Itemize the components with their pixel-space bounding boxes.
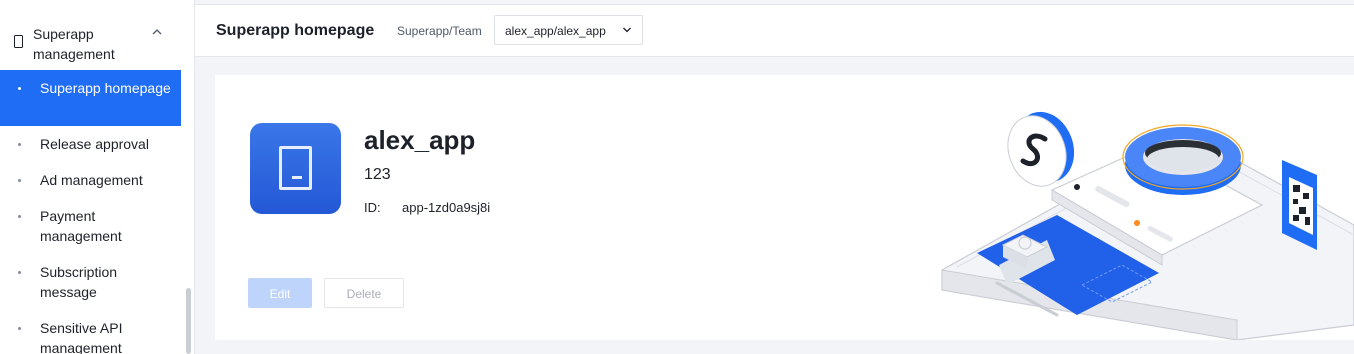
sidebar-item-subscription-message[interactable]: Subscription message	[0, 254, 181, 310]
page-header: Superapp homepage Superapp/Team alex_app…	[195, 4, 1354, 57]
sidebar-item-label: Payment management	[40, 208, 122, 244]
app-id-value: app-1zd0a9sj8i	[402, 200, 491, 215]
superapp-team-select[interactable]: alex_app/alex_app	[494, 15, 643, 45]
sidebar-group-title: Superapp management	[33, 26, 115, 62]
superapp-team-select-value: alex_app/alex_app	[505, 24, 606, 38]
sidebar-item-ad-management[interactable]: Ad management	[0, 162, 181, 198]
superapp-illustration	[941, 111, 1354, 340]
bullet-icon	[18, 87, 21, 90]
chevron-up-icon[interactable]	[150, 25, 164, 39]
app-info-card: alex_app 123 ID: app-1zd0a9sj8i Edit Del…	[215, 75, 1354, 340]
illustration-s-coin	[1007, 111, 1075, 187]
app-name: alex_app	[364, 125, 476, 155]
bullet-icon	[18, 327, 21, 330]
delete-button[interactable]: Delete	[324, 278, 404, 308]
sidebar-item-label: Sensitive API management	[40, 320, 123, 354]
sidebar-group-superapp-management[interactable]: Superapp management	[0, 20, 181, 64]
sidebar-item-payment-management[interactable]: Payment management	[0, 198, 181, 254]
miniapp-logo-icon	[250, 123, 341, 214]
bullet-icon	[18, 179, 21, 182]
chevron-down-icon	[623, 27, 631, 33]
app-description: 123	[364, 166, 391, 183]
sidebar-scrollbar[interactable]	[186, 288, 191, 354]
superapp-team-label: Superapp/Team	[397, 24, 482, 38]
illustration-ring	[1122, 124, 1244, 195]
sidebar-item-sensitive-api-management[interactable]: Sensitive API management	[0, 310, 181, 354]
bullet-icon	[18, 215, 21, 218]
sidebar-item-label: Superapp homepage	[40, 80, 171, 96]
sidebar-item-release-approval[interactable]: Release approval	[0, 126, 181, 162]
sidebar-item-label: Ad management	[40, 172, 143, 188]
sidebar-item-superapp-homepage[interactable]: Superapp homepage	[0, 70, 181, 126]
bullet-icon	[18, 271, 21, 274]
page-title: Superapp homepage	[216, 22, 375, 39]
bullet-icon	[18, 143, 21, 146]
edit-button[interactable]: Edit	[248, 278, 312, 308]
sidebar: Superapp management Superapp homepage Re…	[0, 0, 195, 354]
sidebar-item-label: Release approval	[40, 136, 149, 152]
logo-frame	[279, 146, 312, 190]
phone-icon	[14, 35, 23, 48]
app-id-label: ID:	[364, 200, 381, 215]
sidebar-item-label: Subscription message	[40, 264, 118, 300]
logo-bar	[292, 176, 302, 179]
